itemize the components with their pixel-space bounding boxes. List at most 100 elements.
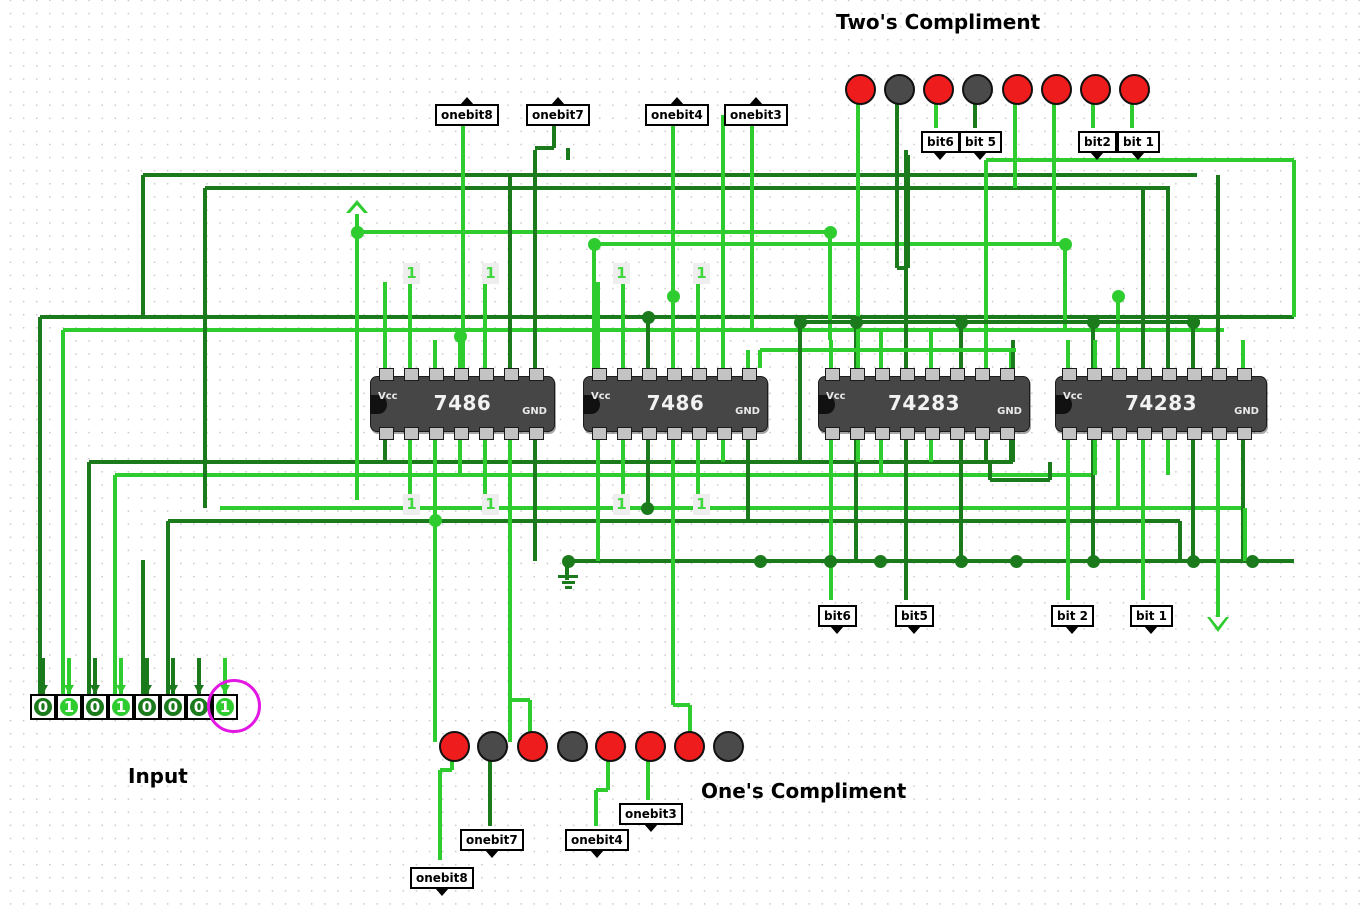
tunnel-top-onebit8[interactable]: onebit8 [435,97,499,126]
chip-pin[interactable] [503,368,519,381]
tunnel-twos-bit5[interactable]: bit 5 [959,131,1002,160]
chip-pin[interactable] [378,427,394,440]
ones-led-1[interactable] [438,731,470,762]
tunnel-twos-bit2[interactable]: bit2 [1078,131,1117,160]
ones-led-7[interactable] [673,731,705,762]
tunnel-ones-onebit8[interactable]: onebit8 [410,867,474,896]
chip-pin[interactable] [691,427,707,440]
chip-pin[interactable] [666,427,682,440]
chip-pin[interactable] [528,427,544,440]
chip-pin[interactable] [1186,368,1202,381]
chip-pin[interactable] [874,368,890,381]
chip-pin[interactable] [616,427,632,440]
ones-led-3[interactable] [516,731,548,762]
chip-pin[interactable] [428,427,444,440]
chip-pin[interactable] [591,427,607,440]
chip-pin[interactable] [428,368,444,381]
tunnel-bottom-bit5[interactable]: bit5 [895,605,934,634]
chip-pin[interactable] [453,368,469,381]
chip-pin[interactable] [503,427,519,440]
chip-pin[interactable] [591,368,607,381]
tunnel-ones-onebit3[interactable]: onebit3 [619,803,683,832]
chip-pin[interactable] [641,427,657,440]
schematic-canvas[interactable]: 7486 Vcc GND 7486 Vcc GND 74283 Vcc GND 74283 Vcc G… [0,0,1369,914]
ones-led-5[interactable] [594,731,626,762]
tunnel-bottom-bit 2[interactable]: bit 2 [1051,605,1094,634]
chip-pin[interactable] [849,427,865,440]
chip-pin[interactable] [849,368,865,381]
chip-pin[interactable] [1111,427,1127,440]
twos-led-3[interactable] [922,74,954,105]
chip-pin[interactable] [1211,368,1227,381]
input-bit-3[interactable]: 0 [82,694,108,720]
input-bit-5[interactable]: 0 [134,694,160,720]
chip-pin[interactable] [874,427,890,440]
twos-led-2[interactable] [883,74,915,105]
chip-pin[interactable] [899,368,915,381]
tunnel-top-onebit3[interactable]: onebit3 [724,97,788,126]
chip-pin[interactable] [924,427,940,440]
tunnel-ones-onebit4[interactable]: onebit4 [565,829,629,858]
chip-pin[interactable] [1211,427,1227,440]
input-bit-2[interactable]: 1 [56,694,82,720]
input-bit-4[interactable]: 1 [108,694,134,720]
chip-pin[interactable] [528,368,544,381]
input-bit-6[interactable]: 0 [160,694,186,720]
chip-pin[interactable] [1061,427,1077,440]
chip-pin[interactable] [1161,368,1177,381]
chip-pin[interactable] [999,368,1015,381]
chip-pin[interactable] [403,368,419,381]
chip-pin[interactable] [641,368,657,381]
twos-led-5[interactable] [1001,74,1033,105]
ones-led-8[interactable] [712,731,744,762]
chip-pin[interactable] [666,368,682,381]
chip-pin[interactable] [616,368,632,381]
ic-chip-74283-3[interactable]: 74283 Vcc GND [1055,368,1267,440]
input-bit-1[interactable]: 0 [30,694,56,720]
ic-chip-7486-0[interactable]: 7486 Vcc GND [370,368,555,440]
chip-pin[interactable] [1061,368,1077,381]
ic-chip-7486-1[interactable]: 7486 Vcc GND [583,368,768,440]
twos-led-1[interactable] [844,74,876,105]
chip-pin[interactable] [974,427,990,440]
chip-pin[interactable] [453,427,469,440]
chip-pin[interactable] [478,427,494,440]
chip-pin[interactable] [1136,427,1152,440]
chip-pin[interactable] [1236,427,1252,440]
chip-pin[interactable] [949,427,965,440]
ones-led-2[interactable] [476,731,508,762]
chip-pin[interactable] [999,427,1015,440]
chip-pin[interactable] [716,427,732,440]
ones-led-6[interactable] [634,731,666,762]
chip-pin[interactable] [478,368,494,381]
chip-pin[interactable] [403,427,419,440]
tunnel-ones-onebit7[interactable]: onebit7 [460,829,524,858]
chip-pin[interactable] [378,368,394,381]
chip-pin[interactable] [949,368,965,381]
tunnel-twos-bit1[interactable]: bit 1 [1117,131,1160,160]
chip-pin[interactable] [824,427,840,440]
tunnel-bottom-bit 1[interactable]: bit 1 [1130,605,1173,634]
chip-pin[interactable] [1161,427,1177,440]
chip-pin[interactable] [1111,368,1127,381]
tunnel-bottom-bit6[interactable]: bit6 [818,605,857,634]
chip-pin[interactable] [1136,368,1152,381]
ones-led-4[interactable] [556,731,588,762]
chip-pin[interactable] [1086,427,1102,440]
chip-pin[interactable] [924,368,940,381]
chip-pin[interactable] [974,368,990,381]
twos-led-6[interactable] [1040,74,1072,105]
chip-pin[interactable] [899,427,915,440]
chip-pin[interactable] [824,368,840,381]
tunnel-twos-bit6[interactable]: bit6 [921,131,960,160]
chip-pin[interactable] [741,368,757,381]
tunnel-top-onebit4[interactable]: onebit4 [645,97,709,126]
ic-chip-74283-2[interactable]: 74283 Vcc GND [818,368,1030,440]
chip-pin[interactable] [1086,368,1102,381]
chip-pin[interactable] [716,368,732,381]
twos-led-8[interactable] [1118,74,1150,105]
chip-pin[interactable] [741,427,757,440]
twos-led-7[interactable] [1079,74,1111,105]
chip-pin[interactable] [691,368,707,381]
tunnel-top-onebit7[interactable]: onebit7 [526,97,590,126]
